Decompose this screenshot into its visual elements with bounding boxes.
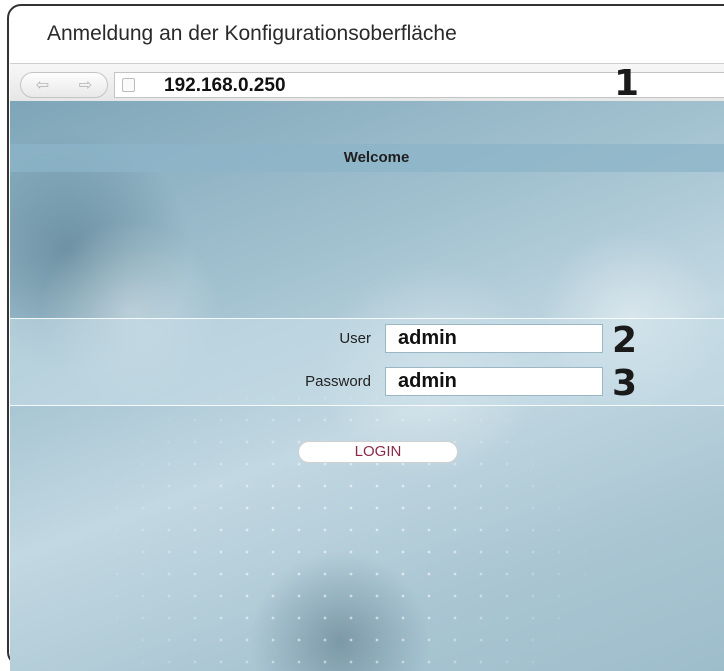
window-title: Anmeldung an der Konfigurationsoberfläch… bbox=[47, 22, 457, 45]
password-input[interactable]: admin bbox=[385, 367, 603, 396]
url-text[interactable]: 192.168.0.250 bbox=[164, 75, 286, 97]
callout-2: 2 bbox=[612, 320, 638, 361]
password-label: Password bbox=[305, 373, 371, 390]
page-icon bbox=[122, 78, 135, 92]
user-label: User bbox=[339, 330, 371, 347]
back-arrow-icon[interactable]: ⇦ bbox=[36, 75, 49, 95]
user-input[interactable]: admin bbox=[385, 324, 603, 353]
welcome-heading: Welcome bbox=[343, 149, 410, 166]
login-button[interactable]: LOGIN bbox=[298, 441, 458, 463]
forward-arrow-icon[interactable]: ⇨ bbox=[79, 75, 92, 95]
callout-1: 1 bbox=[614, 63, 640, 104]
nav-buttons: ⇦ ⇨ bbox=[20, 72, 108, 98]
callout-3: 3 bbox=[612, 363, 638, 404]
